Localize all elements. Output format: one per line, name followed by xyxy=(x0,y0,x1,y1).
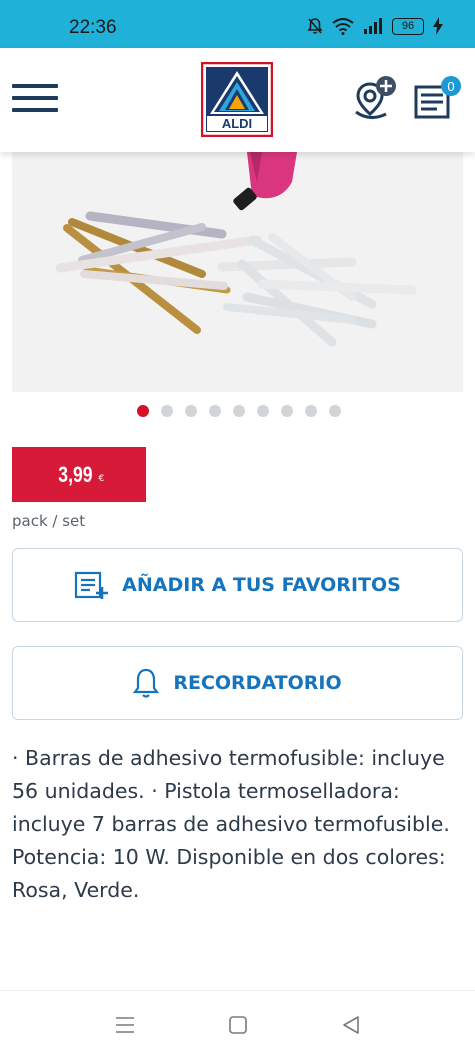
carousel-dot[interactable] xyxy=(257,405,269,417)
add-to-favorites-button[interactable]: AÑADIR A TUS FAVORITOS xyxy=(12,548,463,622)
reminder-label: RECORDATORIO xyxy=(173,672,342,694)
price-value: 3,99 xyxy=(58,461,93,487)
charging-icon xyxy=(433,17,443,35)
bell-icon xyxy=(133,668,160,698)
shopping-list-button[interactable]: 0 xyxy=(413,76,461,120)
recent-apps-icon[interactable] xyxy=(113,1013,137,1037)
back-icon[interactable] xyxy=(339,1013,363,1037)
menu-button[interactable] xyxy=(12,84,58,116)
cart-count-badge: 0 xyxy=(441,76,461,96)
carousel-dot[interactable] xyxy=(281,405,293,417)
status-time: 22:36 xyxy=(69,17,117,38)
carousel-dot[interactable] xyxy=(137,405,149,417)
svg-text:ALDI: ALDI xyxy=(222,116,252,131)
store-locator-button[interactable] xyxy=(352,74,398,122)
carousel-dots xyxy=(137,405,341,417)
carousel-dot[interactable] xyxy=(233,405,245,417)
price-unit: pack / set xyxy=(12,512,86,530)
price-currency: € xyxy=(98,473,105,484)
battery-icon: 96 xyxy=(392,17,424,35)
price-tag: 3,99 € xyxy=(12,447,146,502)
product-image[interactable] xyxy=(12,152,463,392)
glue-sticks-image xyxy=(12,152,463,392)
list-add-icon xyxy=(75,571,109,599)
product-description: · Barras de adhesivo termofusible: inclu… xyxy=(12,746,450,902)
bell-off-icon xyxy=(307,18,323,34)
status-bar: 22:36 96 xyxy=(0,0,475,48)
carousel-dot[interactable] xyxy=(329,405,341,417)
carousel-dot[interactable] xyxy=(161,405,173,417)
status-icons: 96 xyxy=(307,17,443,35)
wifi-icon xyxy=(332,17,354,35)
carousel-dot[interactable] xyxy=(305,405,317,417)
carousel-dot[interactable] xyxy=(185,405,197,417)
aldi-logo[interactable]: ALDI xyxy=(201,62,273,137)
system-navigation-bar xyxy=(0,990,475,1057)
signal-icon xyxy=(364,18,382,34)
carousel-dot[interactable] xyxy=(209,405,221,417)
menu-icon xyxy=(12,84,58,88)
home-icon[interactable] xyxy=(226,1013,250,1037)
store-location-icon xyxy=(355,76,396,119)
app-header: ALDI 0 xyxy=(0,48,475,152)
reminder-button[interactable]: RECORDATORIO xyxy=(12,646,463,720)
add-to-favorites-label: AÑADIR A TUS FAVORITOS xyxy=(122,574,401,596)
